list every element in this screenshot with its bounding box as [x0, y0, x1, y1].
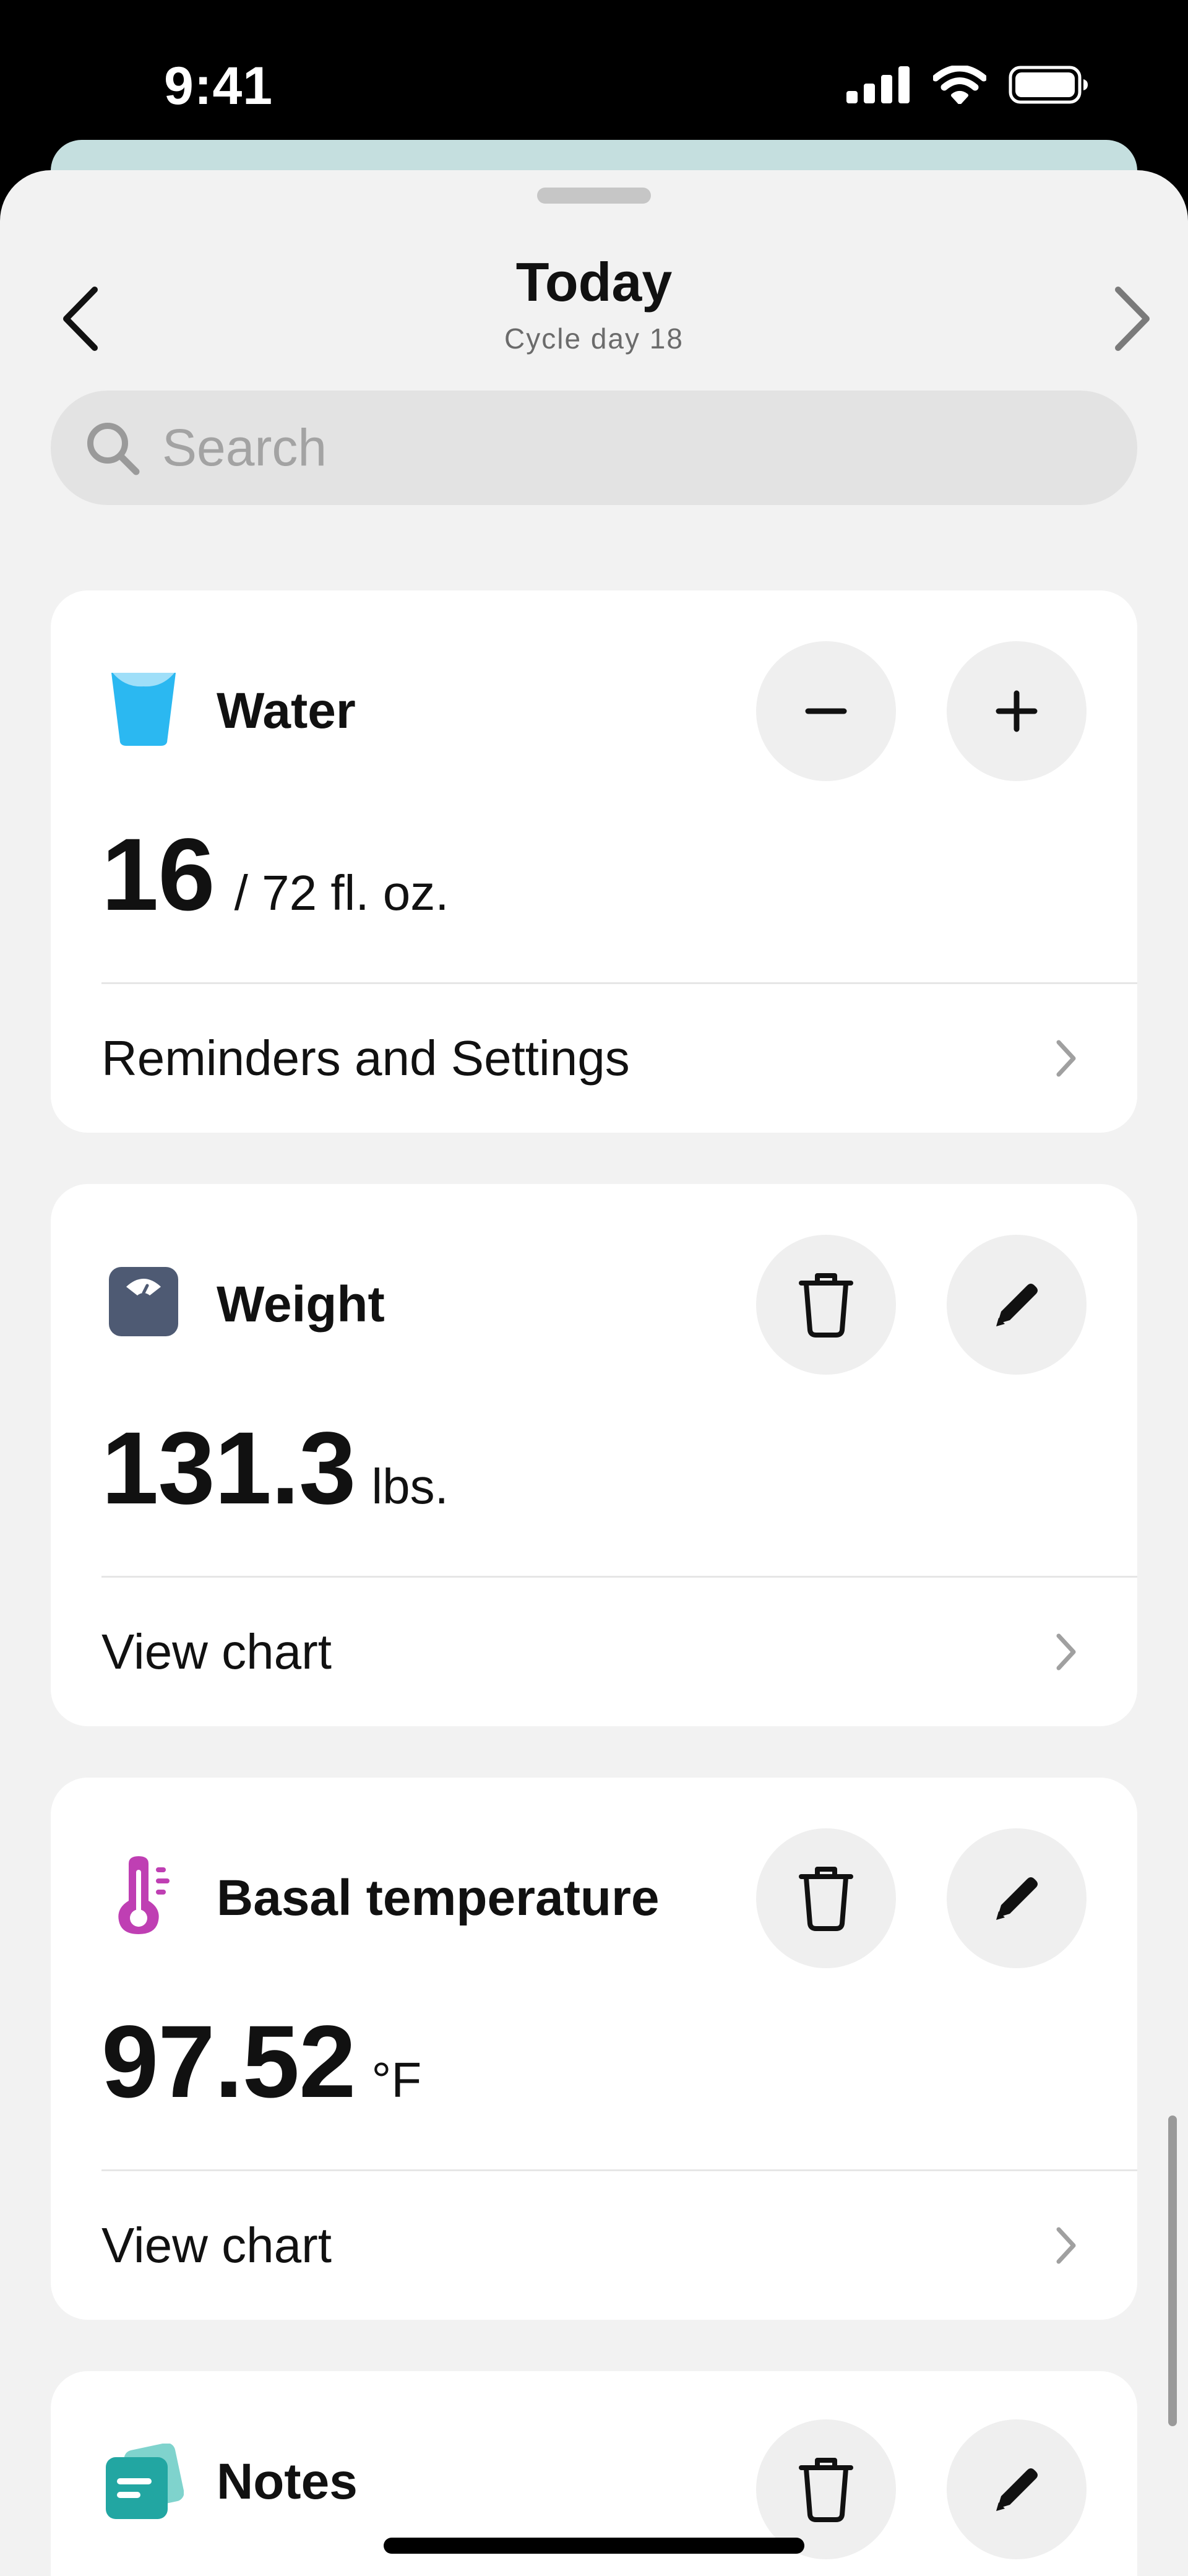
chevron-right-icon [1056, 2227, 1076, 2264]
water-amount: 16 [101, 818, 215, 932]
water-reminders-settings-row[interactable]: Reminders and Settings [101, 984, 1137, 1133]
status-icons [846, 63, 1089, 106]
pencil-icon [996, 2468, 1038, 2511]
notes-icon [103, 2442, 184, 2523]
decrease-water-button[interactable] [756, 641, 896, 781]
reminders-settings-label: Reminders and Settings [101, 1031, 630, 1086]
edit-weight-button[interactable] [947, 1235, 1087, 1375]
sheet-grabber[interactable] [537, 188, 651, 204]
scroll-indicator[interactable] [1168, 2116, 1177, 2426]
status-time: 9:41 [164, 56, 273, 116]
battery-icon [1009, 66, 1088, 104]
trash-icon [799, 1273, 853, 1338]
basal-temperature-card: Basal temperature 97.52 °F View chart [51, 1778, 1137, 2320]
scale-icon [103, 1261, 184, 1342]
minus-icon [805, 708, 847, 714]
temperature-view-chart-row[interactable]: View chart [101, 2171, 1137, 2320]
next-day-button[interactable] [1095, 257, 1169, 381]
view-chart-label: View chart [101, 2218, 332, 2273]
weight-title: Weight [217, 1276, 385, 1333]
basal-temperature-title: Basal temperature [217, 1870, 660, 1926]
temperature-value-row: 97.52 °F [101, 2003, 421, 2121]
pencil-icon [996, 1284, 1038, 1326]
pencil-icon [996, 1877, 1038, 1920]
search-input[interactable] [162, 418, 1028, 478]
notes-title: Notes [217, 2453, 358, 2510]
view-chart-label: View chart [101, 1624, 332, 1679]
thermometer-icon [103, 1855, 184, 1935]
daily-log-sheet: Today Cycle day 18 Water [0, 170, 1188, 2576]
delete-weight-button[interactable] [756, 1235, 896, 1375]
weight-value-row: 131.3 lbs. [101, 1410, 449, 1528]
trash-icon [799, 2458, 853, 2522]
search-icon [87, 422, 140, 475]
cycle-day-subtitle: Cycle day 18 [504, 322, 684, 355]
weight-value: 131.3 [101, 1411, 356, 1526]
page-title: Today [515, 251, 673, 313]
home-indicator[interactable] [384, 2538, 804, 2554]
temperature-unit: °F [371, 2052, 422, 2107]
chevron-right-icon [1056, 1633, 1076, 1671]
temperature-value: 97.52 [101, 2005, 356, 2119]
chevron-right-icon [1115, 287, 1150, 351]
weight-view-chart-row[interactable]: View chart [101, 1578, 1137, 1726]
water-card: Water 16 / 72 fl. oz. Reminders and Sett… [51, 590, 1137, 1133]
delete-temperature-button[interactable] [756, 1828, 896, 1968]
weight-card: Weight 131.3 lbs. View chart [51, 1184, 1137, 1726]
water-title: Water [217, 683, 356, 739]
cellular-signal-icon [846, 66, 910, 103]
chevron-right-icon [1056, 1040, 1076, 1077]
water-glass-icon [103, 668, 184, 748]
search-bar[interactable] [51, 391, 1137, 505]
plus-icon [996, 690, 1038, 732]
wifi-icon [933, 66, 986, 104]
trash-icon [799, 1867, 853, 1931]
edit-notes-button[interactable] [947, 2419, 1087, 2559]
edit-temperature-button[interactable] [947, 1828, 1087, 1968]
increase-water-button[interactable] [947, 641, 1087, 781]
water-goal: / 72 fl. oz. [234, 865, 449, 920]
water-value-row: 16 / 72 fl. oz. [101, 816, 449, 934]
weight-unit: lbs. [371, 1459, 449, 1514]
